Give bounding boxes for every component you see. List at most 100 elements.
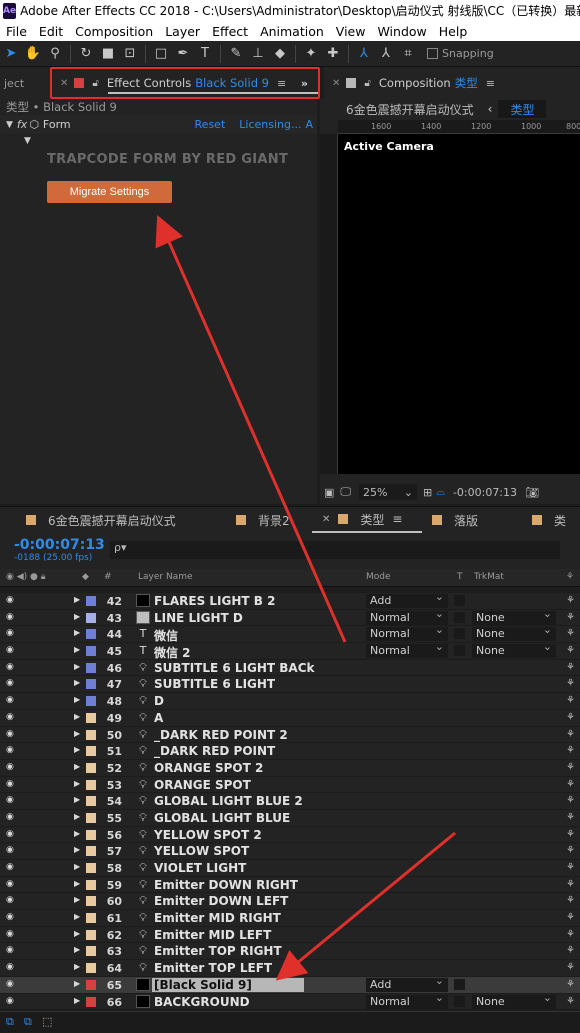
visibility-eye-icon[interactable]: ◉ [6,729,14,739]
layer-name[interactable]: _DARK RED POINT [154,744,275,758]
type-tool-icon[interactable]: T [194,43,216,65]
visibility-eye-icon[interactable]: ◉ [6,779,14,789]
parent-pickwhip-icon[interactable]: ⚘ [566,628,575,639]
expand-triangle-icon[interactable]: ▶ [74,979,80,988]
layer-label-color[interactable] [86,863,96,873]
close-tab-icon[interactable]: ✕ [332,78,340,89]
parent-pickwhip-icon[interactable]: ⚘ [566,879,575,890]
puppet-pin-tool-icon[interactable]: ✚ [322,43,344,65]
expand-triangle-icon[interactable]: ▶ [74,929,80,938]
rectangle-tool-icon[interactable]: □ [150,43,172,65]
clone-stamp-tool-icon[interactable]: ⊥ [247,43,269,65]
layer-label-color[interactable] [86,762,96,773]
expand-triangle-icon[interactable]: ▶ [74,645,80,654]
toggle-switches-icon[interactable]: ⧉ [6,1015,14,1029]
layer-label-color[interactable] [86,796,96,807]
parent-pickwhip-icon[interactable]: ⚘ [566,962,575,973]
expand-triangle-icon[interactable]: ▶ [74,729,80,738]
parent-pickwhip-icon[interactable]: ⚘ [566,662,575,673]
migrate-settings-button[interactable]: Migrate Settings [47,181,172,203]
effect-controls-layer-name[interactable]: Black Solid 9 [195,76,269,90]
more-panels-chevron-icon[interactable]: » [301,77,308,90]
layer-name[interactable]: Emitter DOWN RIGHT [154,878,298,892]
layer-row[interactable]: ◉ ▶ 52 💡︎ ORANGE SPOT 2 ⚘ [0,759,580,777]
visibility-eye-icon[interactable]: ◉ [6,695,14,705]
timeline-tab-comp-1[interactable]: 6金色震撼开幕启动仪式 [0,507,226,533]
sub-expand-triangle-icon[interactable]: ▼ [24,136,31,146]
current-time-display[interactable]: -0:00:07:13 [14,537,105,553]
layer-name[interactable]: Emitter DOWN LEFT [154,894,288,908]
close-tab-icon[interactable]: ✕ [60,78,68,89]
render-time-icon[interactable]: ⬚ [42,1015,52,1028]
menu-layer[interactable]: Layer [159,24,206,39]
expand-triangle-icon[interactable]: ▶ [74,662,80,671]
layer-row[interactable]: ◉ ▶ 59 💡︎ Emitter DOWN RIGHT ⚘ [0,876,580,894]
parent-pickwhip-icon[interactable]: ⚘ [566,612,575,623]
parent-pickwhip-icon[interactable]: ⚘ [566,745,575,756]
layer-name[interactable]: Emitter MID LEFT [154,928,271,942]
composition-tab[interactable]: ✕ 🔓︎ Composition 类型 ≡ [324,67,580,99]
column-header-mode[interactable]: Mode [366,572,391,582]
parent-pickwhip-icon[interactable]: ⚘ [566,829,575,840]
expand-triangle-icon[interactable]: ▶ [74,678,80,687]
layer-row[interactable]: ◉ ▶ 58 💡︎ VIOLET LIGHT ⚘ [0,860,580,877]
parent-pickwhip-icon[interactable]: ⚘ [566,795,575,806]
layer-label-color[interactable] [86,646,96,657]
snapshot-camera-icon[interactable]: 📷︎ [525,486,539,499]
view-axis-icon[interactable]: ⌗ [397,43,419,65]
camera-tool-icon[interactable]: ■ [97,43,119,65]
layer-label-color[interactable] [86,596,96,606]
layer-name[interactable]: SUBTITLE 6 LIGHT BACk [154,661,315,675]
grid-toggle-icon[interactable]: ⊞ [423,486,432,499]
selection-tool-icon[interactable]: ➤ [0,43,22,65]
layer-label-color[interactable] [86,629,96,640]
parent-pickwhip-icon[interactable]: ⚘ [566,779,575,790]
blend-mode-dropdown[interactable]: Normal [366,991,448,1009]
preserve-transparency-checkbox[interactable] [454,628,465,640]
layer-row[interactable]: ◉ ▶ 56 💡︎ YELLOW SPOT 2 ⚘ [0,826,580,844]
timeline-tab-comp-2[interactable]: 背景2 [226,507,312,533]
layer-name[interactable]: SUBTITLE 6 LIGHT [154,677,275,691]
timeline-tab-comp-5[interactable]: 类 [522,507,566,533]
composition-viewer[interactable]: Active Camera [338,134,580,474]
layer-row[interactable]: ◉ ▶ 46 💡︎ SUBTITLE 6 LIGHT BACk ⚘ [0,659,580,677]
visibility-eye-icon[interactable]: ◉ [6,745,14,755]
menu-window[interactable]: Window [371,24,432,39]
menu-composition[interactable]: Composition [69,24,159,39]
parent-pickwhip-icon[interactable]: ⚘ [566,945,575,956]
visibility-eye-icon[interactable]: ◉ [6,712,14,722]
visibility-eye-icon[interactable]: ◉ [6,612,14,622]
expand-triangle-icon[interactable]: ▶ [74,862,80,871]
layer-label-color[interactable] [86,712,96,723]
layer-label-color[interactable] [86,946,96,957]
layer-row[interactable]: ◉ ▶ 60 💡︎ Emitter DOWN LEFT ⚘ [0,893,580,911]
menu-effect[interactable]: Effect [206,24,254,39]
parent-pickwhip-icon[interactable]: ⚘ [566,678,575,689]
layer-name[interactable]: 微信 [154,627,178,644]
layer-row[interactable]: ◉ ▶ 55 💡︎ GLOBAL LIGHT BLUE ⚘ [0,809,580,827]
expand-triangle-icon[interactable]: ▶ [74,945,80,954]
about-link[interactable]: A [305,118,313,131]
panel-menu-icon[interactable]: ≡ [277,77,286,90]
parent-pickwhip-icon[interactable]: ⚘ [566,929,575,940]
parent-pickwhip-icon[interactable]: ⚘ [566,729,575,740]
layer-label-color[interactable] [86,612,96,623]
world-axis-icon[interactable]: ⅄ [375,43,397,65]
visibility-eye-icon[interactable]: ◉ [6,662,14,672]
parent-pickwhip-icon[interactable]: ⚘ [566,845,575,856]
hand-tool-icon[interactable]: ✋ [22,43,44,65]
fx-toggle-icon[interactable]: fx [17,118,27,131]
layer-name[interactable]: ORANGE SPOT 2 [154,761,263,775]
layer-label-color[interactable] [86,729,96,740]
parent-pickwhip-icon[interactable]: ⚘ [566,812,575,823]
layer-label-color[interactable] [86,846,96,857]
menu-help[interactable]: Help [433,24,474,39]
layer-row[interactable]: ◉ ▶ 62 💡︎ Emitter MID LEFT ⚘ [0,926,580,944]
expand-triangle-icon[interactable]: ▶ [74,996,80,1005]
parent-pickwhip-icon[interactable]: ⚘ [566,862,575,873]
layer-row[interactable]: ◉ ▶ 49 💡︎ A ⚘ [0,709,580,727]
layer-label-color[interactable] [86,979,96,990]
lock-icon[interactable]: 🔓︎ [364,78,370,89]
toggle-modes-icon[interactable]: ⧉ [24,1015,32,1029]
layer-name[interactable]: GLOBAL LIGHT BLUE 2 [154,794,303,808]
